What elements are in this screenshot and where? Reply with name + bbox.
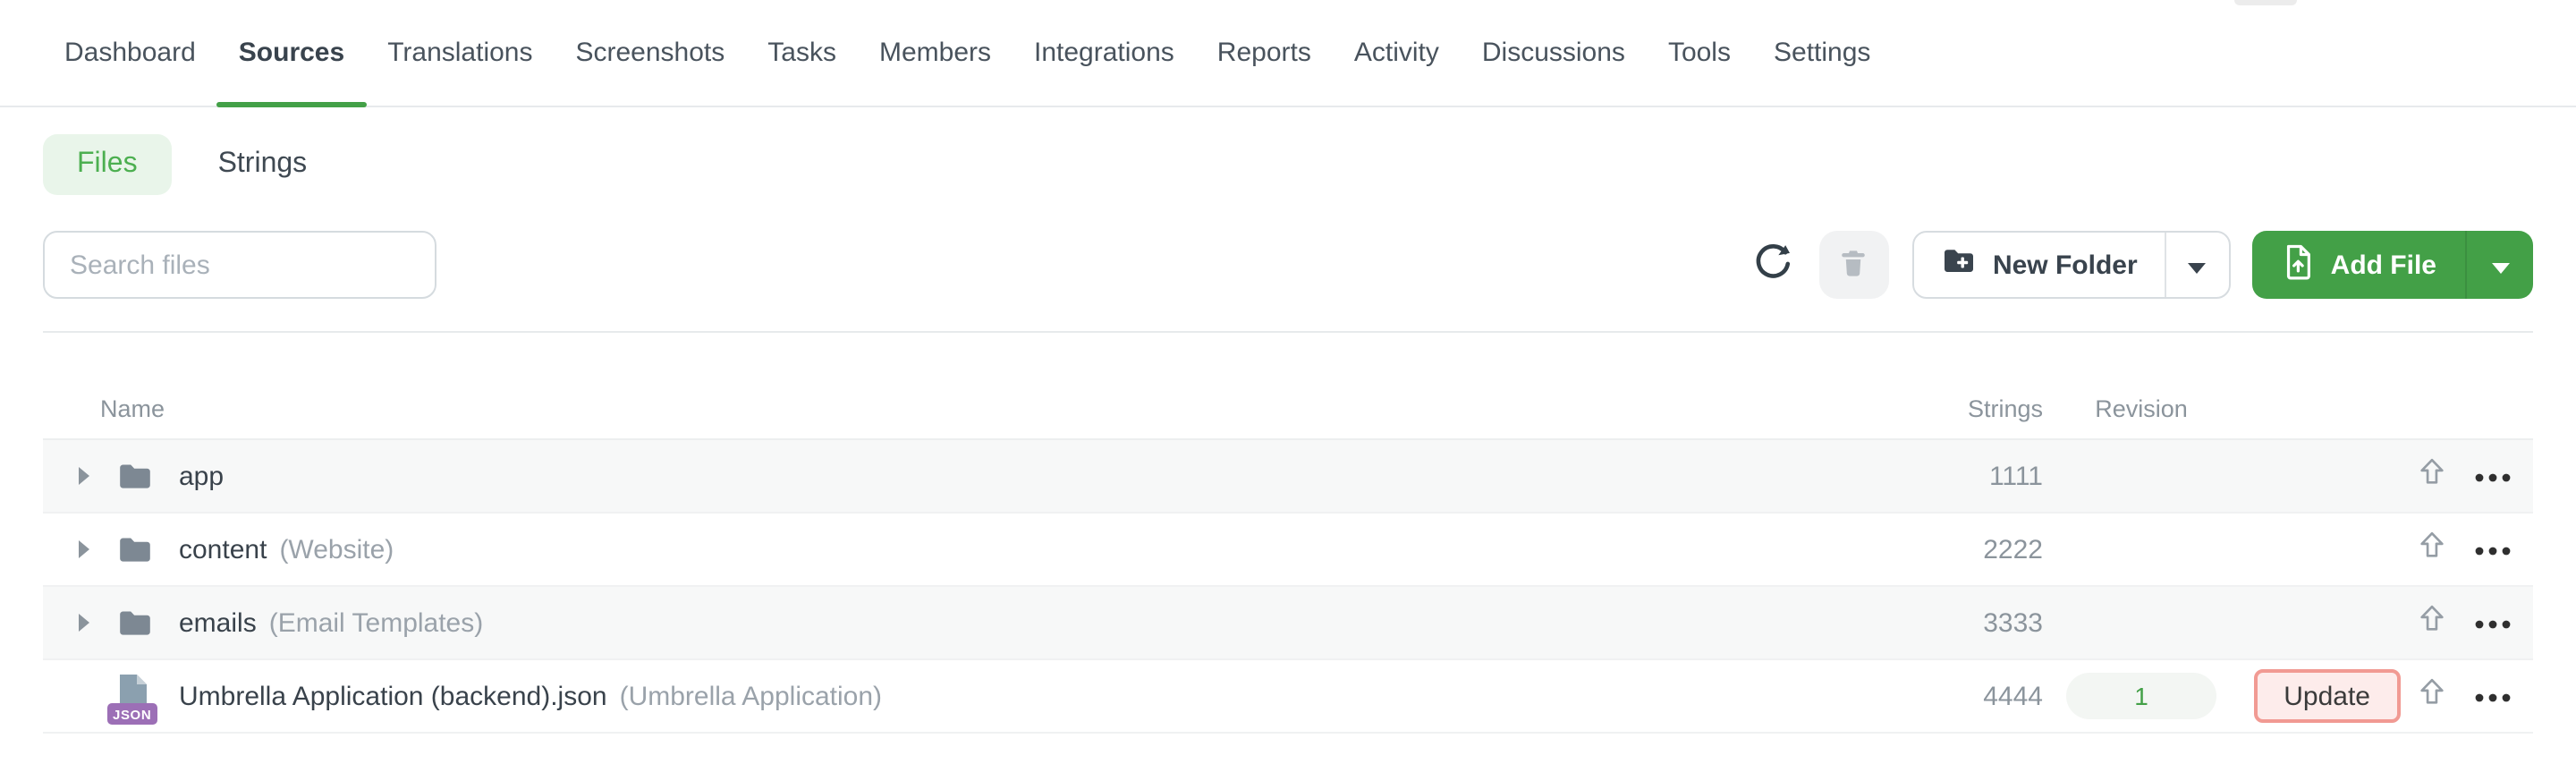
add-file-label: Add File	[2330, 250, 2436, 280]
ellipsis-icon	[2473, 533, 2511, 565]
new-folder-label: New Folder	[1992, 250, 2138, 280]
ellipsis-icon	[2473, 607, 2511, 639]
folder-plus-icon	[1941, 243, 1977, 286]
upload-arrow-icon	[2416, 530, 2446, 569]
row-more-button[interactable]	[2462, 514, 2522, 585]
tab-sources[interactable]: Sources	[216, 38, 367, 107]
expand-caret-icon[interactable]	[63, 440, 106, 512]
new-folder-button[interactable]: New Folder	[1914, 233, 2165, 297]
upload-translations-button[interactable]	[2401, 660, 2462, 732]
toggle-files[interactable]: Files	[43, 134, 172, 195]
upload-arrow-icon	[2416, 456, 2446, 496]
table-row-folder-content[interactable]: content (Website) 2222	[43, 514, 2533, 587]
trash-icon	[1836, 244, 1872, 285]
toggle-strings[interactable]: Strings	[218, 149, 308, 181]
update-button[interactable]: Update	[2253, 669, 2401, 723]
tab-members[interactable]: Members	[858, 38, 1013, 106]
column-header-name: Name	[100, 395, 165, 422]
folder-icon	[106, 457, 163, 495]
delete-button[interactable]	[1818, 231, 1889, 299]
upload-translations-button[interactable]	[2401, 440, 2462, 512]
sources-page: Dashboard Sources Translations Screensho…	[0, 0, 2576, 764]
folder-subtitle: (Email Templates)	[268, 607, 484, 638]
add-file-button[interactable]: Add File	[2252, 231, 2465, 299]
column-header-revision: Revision	[2095, 395, 2188, 422]
row-more-button[interactable]	[2462, 660, 2522, 732]
file-subtitle: (Umbrella Application)	[619, 681, 883, 711]
table-row-file-json[interactable]: JSON Umbrella Application (backend).json…	[43, 660, 2533, 734]
new-folder-dropdown[interactable]	[2164, 233, 2229, 297]
expand-caret-icon[interactable]	[63, 587, 106, 658]
tab-tools[interactable]: Tools	[1647, 38, 1752, 106]
upload-arrow-icon	[2416, 676, 2446, 716]
revision-badge[interactable]: 1	[2066, 673, 2216, 719]
view-toggle: Files Strings	[43, 134, 2533, 195]
upload-arrow-icon	[2416, 603, 2446, 642]
json-type-badge: JSON	[107, 703, 157, 725]
json-file-icon: JSON	[107, 673, 157, 725]
folder-icon	[106, 531, 163, 568]
folder-icon	[106, 604, 163, 641]
file-upload-icon	[2281, 242, 2315, 287]
strings-count: 3333	[1983, 607, 2043, 638]
strings-count: 1111	[1988, 461, 2043, 491]
row-more-button[interactable]	[2462, 587, 2522, 658]
strings-count: 2222	[1983, 534, 2043, 565]
new-folder-split-button: New Folder	[1911, 231, 2231, 299]
add-file-dropdown[interactable]	[2465, 231, 2533, 299]
add-file-split-button: Add File	[2251, 231, 2533, 299]
project-nav: Dashboard Sources Translations Screensho…	[0, 0, 2576, 107]
tab-screenshots[interactable]: Screenshots	[555, 38, 747, 106]
expand-caret-icon[interactable]	[63, 514, 106, 585]
tab-discussions[interactable]: Discussions	[1461, 38, 1647, 106]
ellipsis-icon	[2473, 460, 2511, 492]
row-more-button[interactable]	[2462, 440, 2522, 512]
refresh-icon	[1751, 241, 1794, 289]
folder-subtitle: (Website)	[279, 534, 394, 565]
refresh-button[interactable]	[1750, 242, 1796, 288]
file-name: Umbrella Application (backend).json	[179, 681, 607, 711]
table-row-folder-emails[interactable]: emails (Email Templates) 3333	[43, 587, 2533, 660]
ellipsis-icon	[2473, 680, 2511, 712]
upload-translations-button[interactable]	[2401, 514, 2462, 585]
upload-translations-button[interactable]	[2401, 587, 2462, 658]
folder-name: emails	[179, 607, 257, 638]
folder-name: content	[179, 534, 267, 565]
search-input[interactable]	[43, 231, 436, 299]
tab-tasks[interactable]: Tasks	[746, 38, 858, 106]
table-row-folder-app[interactable]: app 1111	[43, 440, 2533, 514]
folder-name: app	[179, 461, 225, 491]
partial-element-top	[2234, 0, 2297, 5]
tab-reports[interactable]: Reports	[1196, 38, 1333, 106]
column-header-strings: Strings	[1967, 395, 2043, 422]
files-table: Name Strings Revision app 1111 content (…	[43, 331, 2533, 734]
tab-integrations[interactable]: Integrations	[1013, 38, 1196, 106]
chevron-down-icon	[2188, 251, 2207, 278]
files-toolbar: New Folder	[43, 231, 2533, 299]
tab-activity[interactable]: Activity	[1333, 38, 1461, 106]
tab-settings[interactable]: Settings	[1752, 38, 1892, 106]
chevron-down-icon	[2491, 251, 2509, 278]
strings-count: 4444	[1983, 681, 2043, 711]
tab-dashboard[interactable]: Dashboard	[43, 38, 217, 106]
table-header: Name Strings Revision	[43, 333, 2533, 440]
tab-translations[interactable]: Translations	[366, 38, 554, 106]
